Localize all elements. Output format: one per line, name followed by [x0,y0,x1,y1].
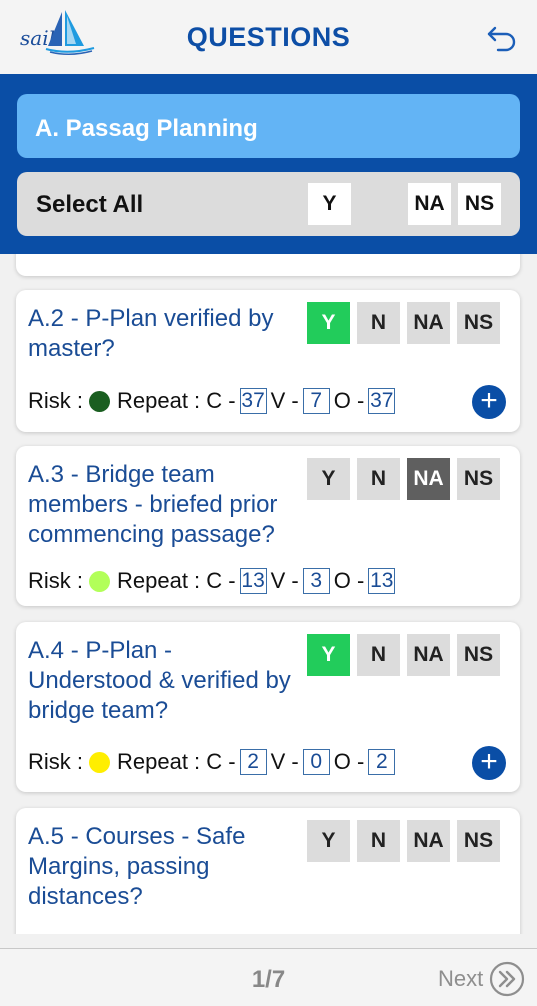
repeat-v-value: 7 [302,388,330,414]
question-text: A.3 - Bridge team members - briefed prio… [28,461,278,548]
back-arrow-icon[interactable] [486,22,518,54]
question-list[interactable]: A.2 - P-Plan verified by master? Y N NA … [0,254,537,934]
o-label: O - [333,388,365,413]
v-label: V - [270,388,299,413]
answer-na-button[interactable]: NA [407,458,450,500]
add-icon[interactable]: + [472,385,506,419]
risk-label: Risk : [28,388,83,413]
v-label: V - [270,749,299,774]
question-card-previous [16,254,520,276]
answer-no-button[interactable]: N [357,634,400,676]
repeat-o-value: 2 [368,749,396,775]
repeat-o-value: 37 [368,388,396,414]
section-title: A. Passag Planning [35,115,258,142]
repeat-v-value: 0 [302,749,330,775]
question-card: A.3 - Bridge team members - briefed prio… [16,446,520,606]
next-button[interactable]: Next [438,961,525,997]
risk-row: Risk : Repeat : C - 2 V - 0 O - 2 [28,749,399,775]
repeat-label: Repeat : C - [117,388,236,413]
risk-indicator-dot [89,570,110,592]
app-header: sail QUESTIONS [0,0,537,74]
next-label: Next [438,966,484,991]
risk-row: Risk : Repeat : C - 13 V - 3 O - 13 [28,568,399,594]
answer-no-button[interactable]: N [357,820,400,862]
answer-yes-button[interactable]: Y [307,634,350,676]
answer-yes-button[interactable]: Y [307,458,350,500]
page-title: QUESTIONS [186,22,351,52]
answer-na-button[interactable]: NA [407,820,450,862]
answer-ns-button[interactable]: NS [457,458,500,500]
select-all-ns-button[interactable]: NS [458,183,501,225]
section-header[interactable]: A. Passag Planning [17,94,520,158]
select-all-na-button[interactable]: NA [408,183,451,225]
answer-no-button[interactable]: N [357,302,400,344]
footer-bar: 1/7 Next [0,948,537,1006]
add-icon[interactable]: + [472,746,506,780]
answer-no-button[interactable]: N [357,458,400,500]
o-label: O - [333,749,365,774]
select-all-bar: Select All Y NA NS [17,172,520,236]
answer-yes-button[interactable]: Y [307,820,350,862]
repeat-v-value: 3 [302,568,330,594]
repeat-o-value: 13 [368,568,396,594]
question-card: A.2 - P-Plan verified by master? Y N NA … [16,290,520,432]
risk-row: Risk : Repeat : C - 37 V - 7 O - 37 [28,388,399,414]
answer-ns-button[interactable]: NS [457,634,500,676]
repeat-c-value: 2 [239,749,267,775]
v-label: V - [270,568,299,593]
answer-na-button[interactable]: NA [407,302,450,344]
question-card: A.4 - P-Plan - Understood & verified by … [16,622,520,792]
question-text: A.5 - Courses - Safe Margins, passing di… [28,823,246,910]
repeat-c-value: 37 [239,388,267,414]
answer-yes-button[interactable]: Y [307,302,350,344]
risk-label: Risk : [28,568,83,593]
risk-label: Risk : [28,749,83,774]
question-card: A.5 - Courses - Safe Margins, passing di… [16,808,520,934]
select-all-yes-button[interactable]: Y [308,183,351,225]
o-label: O - [333,568,365,593]
question-text: A.4 - P-Plan - Understood & verified by … [28,637,291,724]
risk-indicator-dot [89,751,110,773]
repeat-c-value: 13 [239,568,267,594]
section-panel: A. Passag Planning Select All Y NA NS [0,74,537,254]
question-text: A.2 - P-Plan verified by master? [28,305,274,362]
double-chevron-right-icon [490,961,525,997]
answer-na-button[interactable]: NA [407,634,450,676]
answer-ns-button[interactable]: NS [457,302,500,344]
answer-ns-button[interactable]: NS [457,820,500,862]
risk-indicator-dot [89,390,110,412]
repeat-label: Repeat : C - [117,749,236,774]
repeat-label: Repeat : C - [117,568,236,593]
select-all-label: Select All [36,191,144,218]
